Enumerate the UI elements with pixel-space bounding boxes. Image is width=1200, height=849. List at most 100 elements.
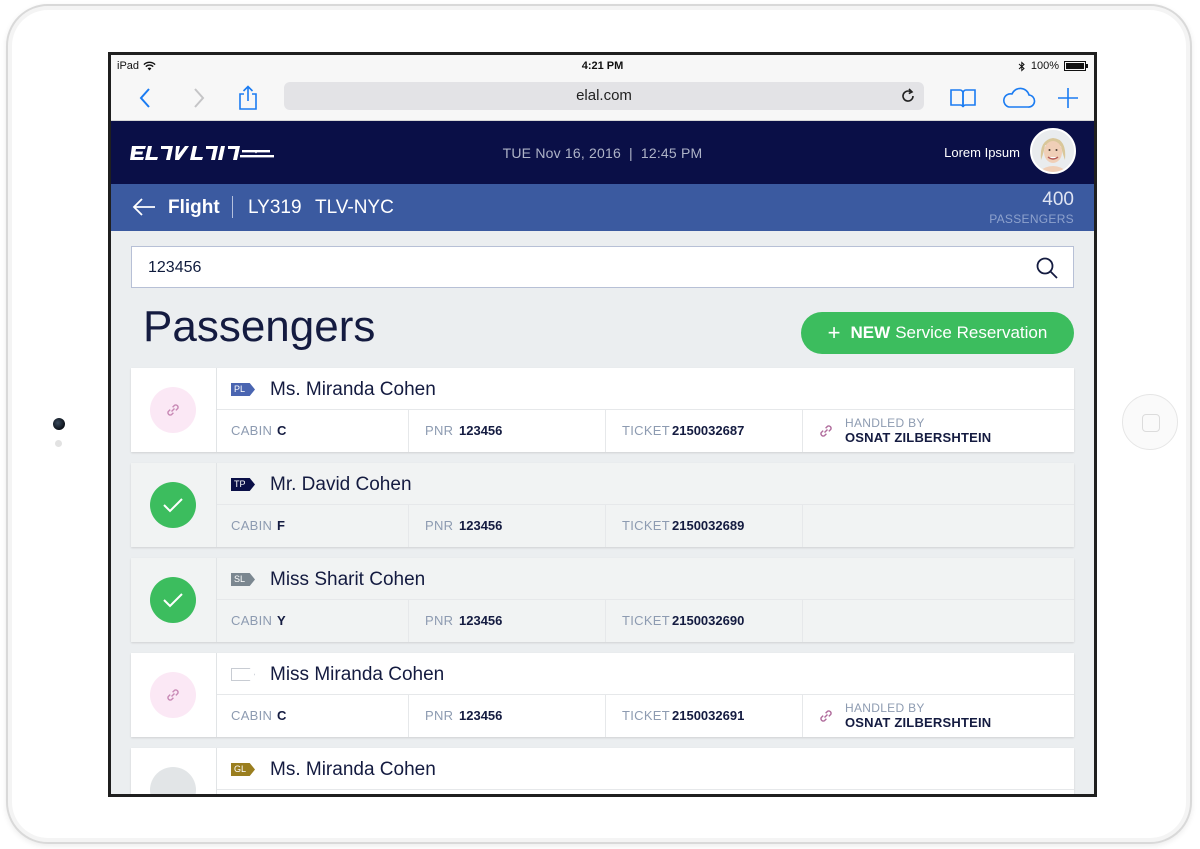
page-title: Passengers (143, 302, 376, 351)
reload-icon[interactable] (900, 88, 916, 104)
tier-tag-icon: PL (231, 383, 255, 396)
flight-title: Flight (168, 197, 220, 218)
cabin-value: F (277, 518, 285, 533)
cabin-label: CABIN (231, 423, 273, 438)
ticket-cell: TICKET 2150032691 (606, 695, 803, 737)
handled-link-icon (817, 422, 835, 440)
plus-icon (1058, 88, 1078, 108)
passenger-count-label: PASSENGERS (989, 212, 1074, 226)
home-button[interactable] (1122, 394, 1178, 450)
search-icon[interactable] (1035, 256, 1059, 280)
passenger-card[interactable]: TP Mr. David Cohen CABIN F PNR 123456 TICKET 21… (131, 463, 1074, 547)
pnr-value: 123456 (459, 708, 503, 723)
pnr-value: 123456 (459, 518, 503, 533)
cabin-label: CABIN (231, 518, 273, 533)
back-button[interactable] (130, 83, 160, 113)
new-service-reservation-button[interactable]: + NEW Service Reservation (801, 312, 1074, 354)
handled-by-label: HANDLED BY (845, 701, 925, 715)
flight-number: LY319 (248, 197, 302, 218)
ticket-label: TICKET (622, 423, 671, 438)
link-icon (820, 425, 832, 437)
passenger-count: 400 (1042, 189, 1074, 210)
name-row: SL Miss Sharit Cohen (217, 558, 1074, 600)
link-icon (167, 689, 179, 701)
passenger-name: Miss Sharit Cohen (270, 569, 426, 590)
status-indicator[interactable] (150, 482, 196, 528)
front-camera (53, 418, 65, 430)
status-indicator[interactable] (150, 577, 196, 623)
status-indicator[interactable] (150, 767, 196, 794)
tier-tag-icon: TP (231, 478, 255, 491)
bookmarks-button[interactable] (948, 83, 978, 113)
handled-by-cell (803, 505, 1074, 547)
header-date: TUE Nov 16, 2016 (502, 145, 621, 161)
chevron-left-icon (139, 88, 150, 108)
handled-by-cell: HANDLED BY OSNAT ZILBERSHTEIN (803, 410, 1074, 452)
pnr-label: PNR (425, 708, 454, 723)
status-column (131, 558, 217, 642)
status-column (131, 368, 217, 452)
pnr-cell: PNR 123456 (409, 410, 606, 452)
ticket-label: TICKET (622, 708, 671, 723)
ticket-cell: TICKET 2150032689 (606, 505, 803, 547)
forward-button[interactable] (184, 83, 214, 113)
pnr-label: PNR (425, 518, 454, 533)
new-label: NEW (850, 323, 891, 342)
handled-by-label: HANDLED BY (845, 416, 925, 430)
search-box (131, 246, 1074, 289)
bluetooth-icon (1018, 60, 1025, 72)
pnr-cell: PNR 123456 (409, 695, 606, 737)
passenger-name: Ms. Miranda Cohen (270, 759, 436, 780)
name-row: Miss Miranda Cohen (217, 653, 1074, 695)
passenger-card[interactable]: Miss Miranda Cohen CABIN C PNR 123456 TICKET 2… (131, 653, 1074, 737)
new-tab-button[interactable] (1053, 83, 1083, 113)
cabin-value: C (277, 423, 287, 438)
cabin-cell: CABIN Y (217, 600, 409, 642)
cloud-icon (1003, 87, 1036, 108)
ticket-label: TICKET (622, 613, 671, 628)
ticket-cell: TICKET 2150032690 (606, 600, 803, 642)
ipad-screen: iPad 4:21 PM 100% elal.com TUE Nov 16, 2… (108, 52, 1097, 797)
cabin-value: Y (277, 613, 286, 628)
ticket-cell: TICKET 2150032687 (606, 410, 803, 452)
status-column (131, 748, 217, 794)
address-bar[interactable]: elal.com (284, 82, 924, 110)
ticket-value: 2150032687 (672, 423, 745, 438)
status-indicator[interactable] (150, 387, 196, 433)
handled-by-value: OSNAT ZILBERSHTEIN (845, 430, 992, 445)
passenger-name: Ms. Miranda Cohen (270, 379, 436, 400)
checkmark-icon (163, 498, 183, 513)
service-reservation-label: Service Reservation (895, 323, 1048, 342)
pnr-cell: PNR 123456 (409, 600, 606, 642)
ticket-value: 2150032690 (672, 613, 745, 628)
status-indicator[interactable] (150, 672, 196, 718)
cabin-cell: CABIN C (217, 695, 409, 737)
battery-icon (1064, 61, 1088, 71)
share-button[interactable] (233, 83, 263, 113)
search-input[interactable] (146, 247, 1010, 289)
cabin-cell: CABIN F (217, 505, 409, 547)
tier-tag-icon (231, 668, 255, 681)
passenger-card[interactable]: SL Miss Sharit Cohen CABIN Y PNR 123456 TICKET… (131, 558, 1074, 642)
cabin-label: CABIN (231, 613, 273, 628)
header-time: 12:45 PM (640, 145, 703, 161)
avatar[interactable] (1030, 128, 1076, 174)
user-name[interactable]: Lorem Ipsum (944, 145, 1020, 160)
handled-by-cell: HANDLED BY OSNAT ZILBERSHTEIN (803, 695, 1074, 737)
pnr-label: PNR (425, 423, 454, 438)
icloud-tabs-button[interactable] (998, 83, 1038, 113)
plus-icon: + (827, 320, 841, 345)
detail-row: CABIN F PNR 123456 TICKET 2150032689 (217, 505, 1074, 547)
share-icon (239, 85, 257, 110)
arrow-left-icon[interactable] (131, 195, 157, 219)
user-photo (1032, 130, 1074, 172)
pnr-value: 123456 (459, 613, 503, 628)
ticket-label: TICKET (622, 518, 671, 533)
tier-tag-icon: SL (231, 573, 255, 586)
status-time: 4:21 PM (581, 60, 624, 72)
ticket-value: 2150032691 (672, 708, 745, 723)
name-row: GL Ms. Miranda Cohen (217, 748, 1074, 790)
passenger-card[interactable]: GL Ms. Miranda Cohen (131, 748, 1074, 794)
passenger-card[interactable]: PL Ms. Miranda Cohen CABIN C PNR 123456 TICKET… (131, 368, 1074, 452)
pnr-label: PNR (425, 613, 454, 628)
